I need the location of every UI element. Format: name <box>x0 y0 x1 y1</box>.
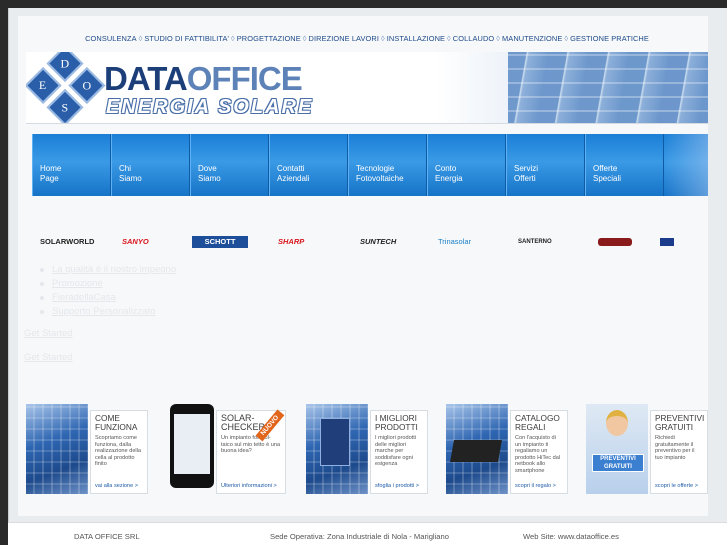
preventivi-label: PREVENTIVI GRATUITI <box>592 454 644 472</box>
footer-website[interactable]: Web Site: www.dataoffice.es <box>523 532 619 541</box>
menu-chi-siamo[interactable]: Chi Siamo <box>111 134 190 196</box>
promo-title: I MIGLIORI PRODOTTI <box>375 413 418 432</box>
footer-company: DATA OFFICE SRL <box>74 532 140 541</box>
promo-link[interactable]: vai alla sezione > <box>95 483 138 489</box>
footer-address: Sede Operativa: Zona Industriale di Nola… <box>270 532 449 541</box>
brand-logo-trinasolar[interactable]: Trinasolar <box>438 236 471 248</box>
promo-boxes: COME FUNZIONA Scopriamo come funziona, d… <box>26 404 708 496</box>
logo[interactable]: D O E S <box>26 52 109 123</box>
brand-logo-sharp[interactable]: SHARP <box>278 236 304 248</box>
brand-logo-8[interactable] <box>598 238 632 246</box>
promo-link[interactable]: scopri le offerte > <box>655 483 698 489</box>
product-image <box>306 404 368 494</box>
get-started-link-2[interactable]: Get Started <box>24 352 73 363</box>
promo-desc: Un impianto fotovol-taico sul mio tetto … <box>221 435 281 455</box>
preventivi-image: PREVENTIVI GRATUITI <box>586 404 648 494</box>
link-qualita[interactable]: La qualità è il nostro impegno <box>38 263 176 277</box>
menu-tecnologie-fotovoltaiche[interactable]: Tecnologie Fotovoltaiche <box>348 134 427 196</box>
promo-desc: Scopriamo come funziona, dalla realizzaz… <box>95 435 142 468</box>
brand-name: DATAOFFICE <box>104 60 303 97</box>
promo-title: COME FUNZIONA <box>95 413 138 432</box>
link-fieradellacasa[interactable]: FieradellaCasa <box>38 291 176 305</box>
get-started-link-1[interactable]: Get Started <box>24 328 73 339</box>
link-promozione[interactable]: Promozione <box>38 277 176 291</box>
menu-home-page[interactable]: Home Page <box>32 134 111 196</box>
promo-title: PREVENTIVI GRATUITI <box>655 413 705 432</box>
brand-logo-sanyo[interactable]: SANYO <box>122 236 149 248</box>
brand-logo-solarworld[interactable]: SOLARWORLD <box>40 236 94 248</box>
menu-offerte-speciali[interactable]: Offerte Speciali <box>585 134 664 196</box>
promo-migliori-prodotti[interactable]: I MIGLIORI PRODOTTI I migliori prodotti … <box>306 404 428 496</box>
links-list: La qualità è il nostro impegno Promozion… <box>38 263 176 319</box>
promo-title: CATALOGO REGALI <box>515 413 560 432</box>
topnav-direzione-lavori[interactable]: DIREZIONE LAVORI <box>309 34 379 43</box>
promo-solar-checker[interactable]: SOLAR-CHECKER Un impianto fotovol-taico … <box>166 404 288 496</box>
solar-panel-image <box>26 404 88 494</box>
footer: DATA OFFICE SRL Sede Operativa: Zona Ind… <box>8 522 727 545</box>
topnav-gestione-pratiche[interactable]: GESTIONE PRATICHE <box>570 34 649 43</box>
brand-logo-schott[interactable]: SCHOTT <box>192 236 248 248</box>
topnav-manutenzione[interactable]: MANUTENZIONE <box>502 34 562 43</box>
promo-desc: Con l'acquisto di un impianto ti regalia… <box>515 435 561 474</box>
topnav-installazione[interactable]: INSTALLAZIONE <box>387 34 445 43</box>
promo-link[interactable]: scopri il regalo > <box>515 483 556 489</box>
topnav-progettazione[interactable]: PROGETTAZIONE <box>237 34 301 43</box>
brand-logo-santerno[interactable]: SANTERNO <box>518 236 552 248</box>
promo-link[interactable]: Ulteriori informazioni > <box>221 483 277 489</box>
promo-desc: Richiedi gratuitamente il preventivo per… <box>655 435 695 461</box>
main-menu: Home Page Chi Siamo Dove Siamo Contatti Azie… <box>32 134 708 196</box>
menu-contatti-aziendali[interactable]: Contatti Aziendali <box>269 134 348 196</box>
menu-conto-energia[interactable]: Conto Energia <box>427 134 506 196</box>
promo-preventivi-gratuiti[interactable]: PREVENTIVI GRATUITI PREVENTIVI GRATUITI … <box>586 404 708 496</box>
brand-tagline: ENERGIA SOLARE <box>106 96 314 118</box>
brand-logos-strip: SOLARWORLD SANYO SCHOTT SHARP SUNTECH Tr… <box>34 236 684 250</box>
promo-desc: I migliori prodotti delle migliori march… <box>375 435 417 468</box>
solar-panels-image <box>508 52 708 123</box>
link-supporto[interactable]: Supporto Personalizzato <box>38 305 176 319</box>
gift-image <box>446 404 508 494</box>
promo-come-funziona[interactable]: COME FUNZIONA Scopriamo come funziona, d… <box>26 404 148 496</box>
header-banner: D O E S DATAOFFICE ENERGIA SOLARE <box>26 52 708 124</box>
menu-decoration <box>664 134 708 196</box>
smartphone-image <box>170 404 214 488</box>
topnav-studio-fattibilita[interactable]: STUDIO DI FATTIBILITA' <box>144 34 229 43</box>
promo-catalogo-regali[interactable]: CATALOGO REGALI Con l'acquisto di un imp… <box>446 404 568 496</box>
menu-servizi-offerti[interactable]: Servizi Offerti <box>506 134 585 196</box>
top-navigation: CONSULENZA ◊ STUDIO DI FATTIBILITA' ◊ PROGET… <box>85 34 649 43</box>
menu-dove-siamo[interactable]: Dove Siamo <box>190 134 269 196</box>
brand-logo-suntech[interactable]: SUNTECH <box>360 236 396 248</box>
brand-logo-9[interactable] <box>660 238 674 246</box>
promo-link[interactable]: sfoglia i prodotti > <box>375 483 419 489</box>
topnav-collaudo[interactable]: COLLAUDO <box>453 34 494 43</box>
topnav-consulenza[interactable]: CONSULENZA <box>85 34 137 43</box>
